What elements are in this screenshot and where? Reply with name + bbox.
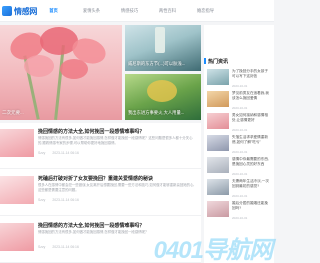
sidebar-item[interactable]: 婚后分居的婚姻还能挽回吗? 2023-10-31 xyxy=(207,201,271,221)
nav-item-love-headlines[interactable]: 爱情头条 xyxy=(78,0,105,22)
article-title[interactable]: 死磕后打破对折了女友要挽回？重建关爱情感的秘诀 xyxy=(38,175,153,182)
hero-card-caption: 威尼斯的东方节(...)可以肤浅... xyxy=(128,61,186,66)
sidebar-item-date: 2023-10-31 xyxy=(232,216,248,220)
hero-feature-caption: 二次元要... xyxy=(2,110,24,115)
sidebar-item-date: 2023-10-31 xyxy=(232,150,248,154)
logo-icon xyxy=(2,6,12,16)
sidebar-item-text[interactable]: 失落生活求求爱情重新燃,如何了解"吃亏" xyxy=(232,135,270,149)
article-meta: Szzy 2023-11-14 06:16 xyxy=(38,151,85,155)
hero-card-caption: 我出东进方事要火,大人用量... xyxy=(128,110,185,115)
hero-card-2[interactable]: 我出东进方事要火,大人用量... xyxy=(125,74,201,120)
site-logo[interactable]: 情感网 xyxy=(2,4,37,18)
nav-item-home[interactable]: 首页 xyxy=(40,0,67,22)
hero-image-bottle xyxy=(155,27,165,53)
sidebar-thumbnail[interactable] xyxy=(207,113,229,129)
article-item[interactable]: 挽回情感的方法大全,如何挽回一段感情难事吗？ 情感挽回的方法有很多,如何做才能挽… xyxy=(0,123,201,169)
sidebar-item-text[interactable]: 为了挽回分手的女孩子可以写下这封信 xyxy=(232,69,270,83)
flower-bloom xyxy=(60,59,88,79)
sidebar-item-text[interactable]: 婚后分居的婚姻还能挽回吗? xyxy=(232,201,270,215)
sidebar-item-date: 2023-10-31 xyxy=(232,106,248,110)
sidebar-item[interactable]: 失落生活求求爱情重新燃,如何了解"吃亏" 2023-10-31 xyxy=(207,135,271,155)
article-thumbnail[interactable] xyxy=(0,176,34,204)
sidebar-thumbnail[interactable] xyxy=(207,135,229,151)
sidebar: 热门资讯 为了挽回分手的女孩子可以写下这封信 2023-10-31 梦见前男友在… xyxy=(204,25,274,263)
nav-item-marriage-guide[interactable]: 婚恋指导 xyxy=(192,0,219,22)
hero-feature-card[interactable]: 二次元要... xyxy=(0,25,122,120)
nav-item-gender-wiki[interactable]: 两性百科 xyxy=(154,0,181,22)
sidebar-thumbnail[interactable] xyxy=(207,69,229,85)
sidebar-thumbnail[interactable] xyxy=(207,157,229,173)
main-column: 二次元要... 威尼斯的东方节(...)可以肤浅... 我出东进方事要火,大人用… xyxy=(0,25,201,263)
sidebar-thumbnail[interactable] xyxy=(207,179,229,195)
sidebar-thumbnail[interactable] xyxy=(207,201,229,217)
article-thumbnail[interactable] xyxy=(0,129,34,157)
hero-grid: 二次元要... 威尼斯的东方节(...)可以肤浅... 我出东进方事要火,大人用… xyxy=(0,25,201,120)
article-summary: 很多人在感情中都会犯一些错误,女友离开后想要挽回,需要一些方法和技巧,如何做才能… xyxy=(38,183,195,192)
article-author: Szzy xyxy=(38,198,46,202)
site-watermark: 0401导航网 xyxy=(124,233,274,263)
sidebar-item-date: 2023-10-31 xyxy=(232,172,248,176)
watermark-text: 0401导航网 xyxy=(153,237,273,263)
hero-card-1[interactable]: 威尼斯的东方节(...)可以肤浅... xyxy=(125,25,201,71)
main-nav: 首页 爱情头条 情感技巧 两性百科 婚恋指导 xyxy=(40,0,230,22)
sidebar-item-date: 2023-10-31 xyxy=(232,128,248,132)
article-meta: Szzy 2023-11-14 06:16 xyxy=(38,198,85,202)
sidebar-item-date: 2023-10-31 xyxy=(232,84,248,88)
article-summary: 情感挽回的方法有很多,如何做才能挽回感情,怎样做才能挽回一段感情呢？这些问题是很… xyxy=(38,136,193,145)
article-title[interactable]: 挽回情感的方法大全,如何挽回一段感情难事吗？ xyxy=(38,222,144,229)
hero-image-blob xyxy=(147,80,177,102)
article-meta: Szzy 2023-11-14 06:16 xyxy=(38,245,85,249)
sidebar-item[interactable]: 感情中你最需要的东西,是挽回心灵的好东西 2023-10-31 xyxy=(207,157,271,177)
nav-item-emotion-tips[interactable]: 情感技巧 xyxy=(116,0,143,22)
article-date: 2023-11-14 06:16 xyxy=(52,198,79,202)
article-item[interactable]: 死磕后打破对折了女友要挽回？重建关爱情感的秘诀 很多人在感情中都会犯一些错误,女… xyxy=(0,170,201,216)
article-author: Szzy xyxy=(38,245,46,249)
sidebar-item-text[interactable]: 夫妻两年生活冷淡,一次回到最初的感觉? xyxy=(232,179,270,193)
sidebar-item-text[interactable]: 男女如何接纳和感情相处,让感情更好 xyxy=(232,113,270,127)
sidebar-title: 热门资讯 xyxy=(204,58,229,65)
sidebar-thumbnail[interactable] xyxy=(207,91,229,107)
site-header: 情感网 首页 爱情头条 情感技巧 两性百科 婚恋指导 xyxy=(0,0,274,22)
sidebar-item[interactable]: 为了挽回分手的女孩子可以写下这封信 2023-10-31 xyxy=(207,69,271,89)
logo-text: 情感网 xyxy=(14,6,38,16)
flower-bloom xyxy=(24,55,54,77)
sidebar-item[interactable]: 男女如何接纳和感情相处,让感情更好 2023-10-31 xyxy=(207,113,271,133)
article-thumbnail[interactable] xyxy=(0,223,34,251)
article-title[interactable]: 挽回情感的方法大全,如何挽回一段感情难事吗？ xyxy=(38,128,144,135)
sidebar-item-date: 2023-10-31 xyxy=(232,194,248,198)
sidebar-item-text[interactable]: 感情中你最需要的东西,是挽回心灵的好东西 xyxy=(232,157,270,171)
sidebar-item[interactable]: 梦见前男友在追着我,我该怎么挽回爱情 2023-10-31 xyxy=(207,91,271,111)
article-date: 2023-11-14 06:16 xyxy=(52,245,79,249)
sidebar-item[interactable]: 夫妻两年生活冷淡,一次回到最初的感觉? 2023-10-31 xyxy=(207,179,271,199)
flower-stem xyxy=(54,45,65,120)
article-date: 2023-11-14 06:16 xyxy=(52,151,79,155)
sidebar-item-text[interactable]: 梦见前男友在追着我,我该怎么挽回爱情 xyxy=(232,91,270,105)
article-author: Szzy xyxy=(38,151,46,155)
